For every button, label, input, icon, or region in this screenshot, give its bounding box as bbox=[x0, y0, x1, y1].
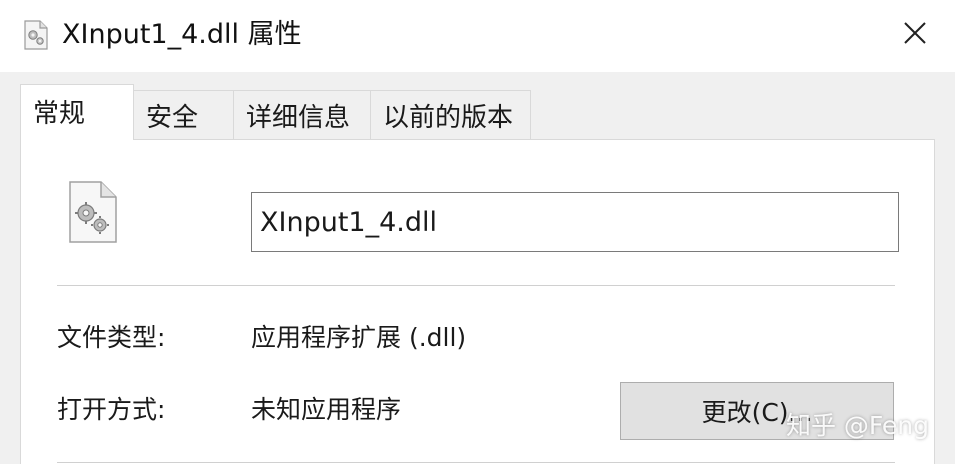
file-name-input[interactable] bbox=[251, 192, 899, 252]
open-with-label: 打开方式: bbox=[57, 395, 166, 424]
tab-security[interactable]: 安全 bbox=[133, 90, 234, 140]
close-icon bbox=[902, 20, 928, 50]
file-type-value: 应用程序扩展 (.dll) bbox=[251, 323, 467, 352]
tab-previous-versions[interactable]: 以前的版本 bbox=[370, 90, 531, 140]
watermark-text: 知乎 @Feng bbox=[785, 411, 929, 440]
tab-general[interactable]: 常规 bbox=[20, 84, 134, 140]
properties-window: XInput1_4.dll 属性 常规 安全 详细信息 以前的版本 XInput… bbox=[0, 0, 955, 464]
window-title: XInput1_4.dll 属性 bbox=[62, 19, 302, 50]
tab-strip: 常规 安全 详细信息 以前的版本 bbox=[20, 84, 531, 140]
dll-file-gear-icon bbox=[22, 20, 50, 50]
dll-file-gear-icon bbox=[67, 180, 119, 244]
open-with-value: 未知应用程序 bbox=[251, 395, 402, 424]
close-button[interactable] bbox=[889, 10, 941, 60]
file-type-label: 文件类型: bbox=[57, 323, 166, 352]
title-bar: XInput1_4.dll 属性 bbox=[0, 0, 955, 72]
divider-bottom bbox=[57, 462, 895, 463]
tab-details[interactable]: 详细信息 bbox=[233, 90, 371, 140]
divider-top bbox=[57, 285, 895, 286]
